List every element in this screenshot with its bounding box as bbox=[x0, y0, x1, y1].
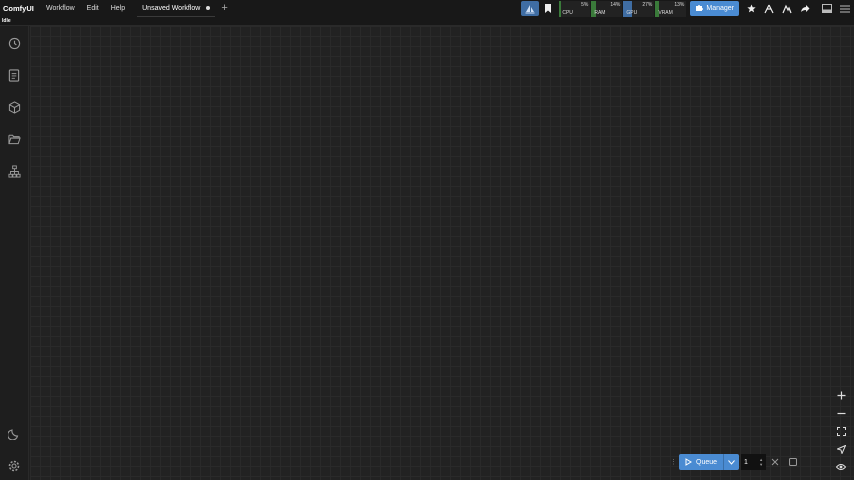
drag-handle-icon[interactable]: ⋮ bbox=[670, 458, 679, 466]
cpu-bar bbox=[559, 1, 561, 17]
resource-monitor: 5% CPU 14% RAM 27% GPU 13% VRAM bbox=[559, 0, 687, 17]
gpu-label: GPU bbox=[626, 10, 638, 16]
gpu-percent: 27% bbox=[642, 2, 653, 8]
gear-icon[interactable] bbox=[6, 458, 22, 474]
fit-view-icon[interactable] bbox=[834, 424, 848, 438]
zoom-in-icon[interactable] bbox=[834, 388, 848, 402]
vram-percent: 13% bbox=[674, 2, 685, 8]
moon-icon[interactable] bbox=[6, 426, 22, 442]
left-sidebar bbox=[0, 26, 29, 480]
add-tab-button[interactable]: + bbox=[215, 0, 233, 17]
vram-monitor: 13% VRAM bbox=[655, 1, 687, 17]
canvas-controls bbox=[834, 388, 848, 478]
ram-percent: 14% bbox=[610, 2, 621, 8]
app-logo[interactable]: ComfyUI bbox=[0, 4, 40, 13]
sail-icon[interactable] bbox=[521, 1, 540, 16]
menu-workflow[interactable]: Workflow bbox=[40, 0, 81, 17]
panel-toggle-icon[interactable] bbox=[818, 1, 836, 16]
menu-help[interactable]: Help bbox=[105, 0, 131, 17]
ram-label: RAM bbox=[594, 10, 606, 16]
zoom-out-icon[interactable] bbox=[834, 406, 848, 420]
batch-count-input[interactable]: 1 ▲ ▼ bbox=[741, 454, 767, 470]
cancel-icon[interactable] bbox=[766, 454, 784, 470]
queue-mode-dropdown[interactable] bbox=[723, 454, 740, 470]
batch-count-value: 1 bbox=[744, 458, 748, 466]
manager-label: Manager bbox=[706, 5, 734, 12]
queue-toolbar: ⋮ Queue 1 ▲ ▼ bbox=[670, 453, 802, 471]
cpu-label: CPU bbox=[562, 10, 573, 16]
status-text: Idle bbox=[2, 18, 11, 24]
menu-edit[interactable]: Edit bbox=[81, 0, 105, 17]
vram-label: VRAM bbox=[658, 10, 673, 16]
cube-icon[interactable] bbox=[6, 99, 22, 115]
play-icon bbox=[685, 458, 692, 466]
cpu-monitor: 5% CPU bbox=[559, 1, 591, 17]
status-bar: Idle bbox=[0, 17, 854, 26]
history-icon[interactable] bbox=[6, 35, 22, 51]
workflow-tab[interactable]: Unsaved Workflow bbox=[137, 0, 216, 17]
eye-icon[interactable] bbox=[834, 460, 848, 474]
select-mode-icon[interactable] bbox=[834, 442, 848, 456]
cpu-percent: 5% bbox=[581, 2, 589, 8]
hamburger-menu-icon[interactable] bbox=[836, 1, 854, 16]
chevron-down-icon bbox=[728, 459, 735, 465]
share-icon[interactable] bbox=[796, 1, 814, 16]
manager-button[interactable]: Manager bbox=[690, 1, 739, 16]
folder-open-icon[interactable] bbox=[6, 131, 22, 147]
queue-button[interactable]: Queue bbox=[679, 454, 724, 470]
star-icon[interactable] bbox=[742, 1, 760, 16]
stop-icon[interactable] bbox=[784, 454, 802, 470]
puzzle-icon bbox=[695, 4, 704, 14]
gpu-monitor: 27% GPU bbox=[623, 1, 655, 17]
graph-canvas[interactable] bbox=[30, 26, 854, 480]
network-icon[interactable] bbox=[760, 1, 778, 16]
bookmark-icon[interactable] bbox=[539, 1, 557, 16]
queue-label: Queue bbox=[696, 458, 718, 466]
unsaved-dot-icon[interactable] bbox=[206, 6, 211, 10]
top-menubar: ComfyUI Workflow Edit Help Unsaved Workf… bbox=[0, 0, 854, 17]
document-icon[interactable] bbox=[6, 67, 22, 83]
node-tree-icon[interactable] bbox=[6, 163, 22, 179]
stepper-arrows-icon[interactable]: ▲ ▼ bbox=[759, 457, 763, 467]
workflow-tab-label: Unsaved Workflow bbox=[142, 4, 201, 12]
ram-monitor: 14% RAM bbox=[591, 1, 623, 17]
mountain-icon[interactable] bbox=[778, 1, 796, 16]
